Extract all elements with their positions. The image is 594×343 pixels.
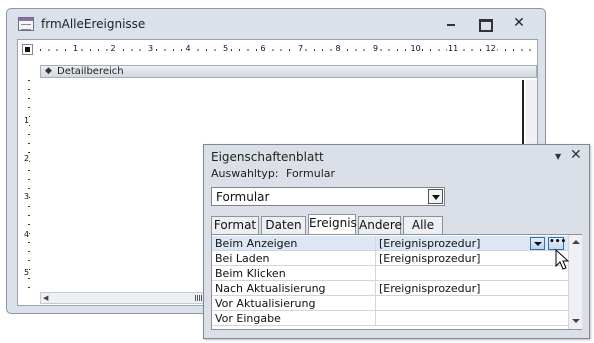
- minimize-icon[interactable]: [443, 16, 459, 30]
- ruler-mark: 4: [184, 43, 192, 55]
- window-title: frmAlleEreignisse: [41, 17, 146, 31]
- property-name: Beim Klicken: [215, 267, 286, 280]
- property-sheet-title: Eigenschaftenblatt: [211, 150, 324, 164]
- ruler-mark: 9: [372, 43, 380, 55]
- horizontal-scrollbar[interactable]: ◀: [40, 292, 220, 304]
- property-name: Vor Eingabe: [215, 312, 281, 325]
- mouse-pointer-icon: [555, 249, 570, 270]
- selection-type-value: Formular: [286, 167, 336, 180]
- object-combo[interactable]: Formular: [211, 187, 445, 206]
- horizontal-ruler[interactable]: 1 2 3 4 5 6 7 8 9 10 11 12: [40, 40, 537, 60]
- property-value[interactable]: [375, 311, 568, 326]
- property-name: Nach Aktualisierung: [215, 282, 326, 295]
- section-arrow-icon: ◆: [45, 66, 52, 76]
- ruler-mark: 7: [297, 43, 305, 55]
- property-row[interactable]: Bei Laden [Ereignisprozedur]: [212, 251, 568, 266]
- property-name: Beim Anzeigen: [215, 237, 298, 250]
- ruler-mark: 5: [24, 268, 30, 278]
- close-icon[interactable]: ✕: [511, 16, 527, 30]
- tab-format[interactable]: Format: [211, 216, 259, 234]
- ruler-mark: 5: [222, 43, 230, 55]
- property-row[interactable]: Vor Eingabe: [212, 311, 568, 326]
- property-row[interactable]: Nach Aktualisierung [Ereignisprozedur]: [212, 281, 568, 296]
- ruler-mark: 6: [259, 43, 267, 55]
- chevron-down-icon[interactable]: [428, 189, 443, 204]
- window-titlebar[interactable]: frmAlleEreignisse ✕: [7, 9, 545, 39]
- section-label: Detailbereich: [57, 66, 124, 77]
- chevron-down-icon[interactable]: [530, 237, 545, 250]
- ruler-mark: 4: [24, 230, 30, 240]
- property-name: Vor Aktualisierung: [215, 297, 316, 310]
- tab-alle[interactable]: Alle: [403, 216, 443, 234]
- scroll-down-icon[interactable]: [572, 319, 580, 323]
- ruler-mark: 3: [24, 192, 30, 202]
- ruler-mark: 2: [24, 154, 30, 164]
- tab-ereignis[interactable]: Ereignis: [308, 214, 357, 234]
- selection-type-label: Auswahltyp:: [211, 167, 279, 180]
- ruler-mark: 11: [447, 43, 460, 55]
- property-name: Bei Laden: [215, 252, 270, 265]
- scroll-up-icon[interactable]: [572, 240, 580, 244]
- ruler-mark: 12: [484, 43, 497, 55]
- property-value[interactable]: [Ereignisprozedur]: [375, 251, 568, 266]
- vertical-ruler[interactable]: 1 2 3 4 5: [22, 80, 36, 292]
- ruler-mark: 2: [109, 43, 117, 55]
- ruler-mark: 1: [72, 43, 80, 55]
- property-row[interactable]: Vor Aktualisierung: [212, 296, 568, 311]
- property-value[interactable]: [Ereignisprozedur]: [375, 281, 568, 296]
- close-icon[interactable]: ✕: [570, 148, 582, 162]
- scroll-thumb[interactable]: [195, 295, 203, 301]
- property-row[interactable]: Beim Klicken: [212, 266, 568, 281]
- ruler-mark: 10: [409, 43, 422, 55]
- detail-section-bar[interactable]: ◆ Detailbereich: [40, 65, 537, 78]
- selection-type: Auswahltyp: Formular: [211, 167, 335, 180]
- object-combo-value: Formular: [216, 190, 270, 204]
- tab-daten[interactable]: Daten: [261, 216, 306, 234]
- scroll-left-icon[interactable]: ◀: [43, 293, 48, 303]
- property-value[interactable]: [375, 296, 568, 311]
- property-sheet: Eigenschaftenblatt ▼ ✕ Auswahltyp: Formu…: [203, 144, 590, 339]
- maximize-icon[interactable]: [476, 16, 493, 32]
- property-grid: Beim Anzeigen [Ereignisprozedur] ••• Bei…: [211, 234, 582, 330]
- form-icon: [18, 17, 34, 31]
- form-selector[interactable]: [22, 44, 33, 55]
- ruler-mark: 3: [147, 43, 155, 55]
- tab-andere[interactable]: Andere: [358, 216, 402, 234]
- property-row[interactable]: Beim Anzeigen [Ereignisprozedur] •••: [212, 236, 568, 251]
- property-value[interactable]: [375, 266, 568, 281]
- ruler-mark: 1: [24, 116, 30, 126]
- pane-options-icon[interactable]: ▼: [555, 152, 561, 162]
- ruler-mark: 8: [334, 43, 342, 55]
